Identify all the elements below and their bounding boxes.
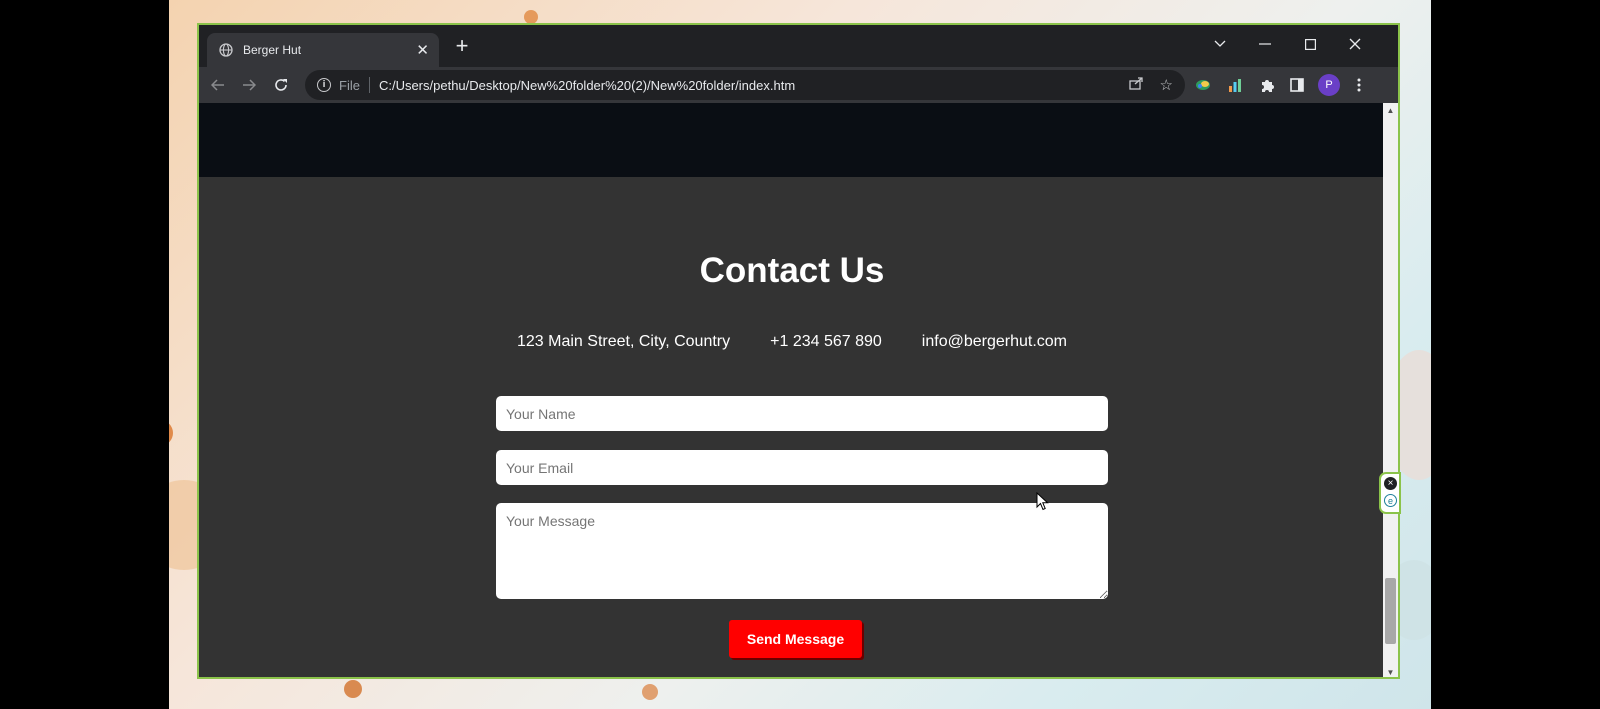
contact-phone: +1 234 567 890: [770, 333, 882, 350]
contact-email: info@bergerhut.com: [921, 333, 1067, 350]
star-icon[interactable]: ☆: [1160, 76, 1173, 94]
browser-tab[interactable]: Berger Hut ✕: [207, 33, 439, 67]
contact-info: 123 Main Street, City, Country +1 234 56…: [199, 333, 1385, 351]
widget-e-icon[interactable]: e: [1384, 494, 1397, 507]
mouse-cursor-icon: [1036, 492, 1049, 511]
browser-toolbar: i File C:/Users/pethu/Desktop/New%20fold…: [199, 67, 1398, 103]
address-bar[interactable]: i File C:/Users/pethu/Desktop/New%20fold…: [305, 70, 1185, 100]
message-textarea[interactable]: [496, 503, 1108, 599]
minimize-icon[interactable]: [1250, 31, 1280, 57]
tab-strip: Berger Hut ✕ +: [199, 25, 1398, 67]
header-band: [199, 103, 1385, 177]
plus-icon[interactable]: +: [449, 35, 475, 57]
forward-arrow-icon[interactable]: [237, 73, 261, 97]
close-icon[interactable]: ✕: [416, 41, 429, 59]
globe-icon: [219, 43, 233, 57]
send-message-button[interactable]: Send Message: [729, 620, 862, 658]
omnibox-divider: [368, 77, 370, 93]
reload-icon[interactable]: [269, 73, 293, 97]
wallpaper-bubble: [344, 680, 362, 698]
page-scrollbar[interactable]: ▲ ▼: [1383, 103, 1398, 677]
browser-window: Berger Hut ✕ + i File C:/Users/pethu/Des…: [197, 23, 1400, 679]
share-icon[interactable]: [1128, 76, 1144, 94]
more-vert-icon[interactable]: [1347, 73, 1371, 97]
url-text[interactable]: C:/Users/pethu/Desktop/New%20folder%20(2…: [379, 78, 1113, 93]
side-panel-icon[interactable]: [1285, 73, 1309, 97]
scroll-up-icon[interactable]: ▲: [1383, 103, 1398, 117]
chevron-down-icon[interactable]: [1205, 31, 1235, 57]
widget-close-icon[interactable]: ×: [1384, 477, 1397, 490]
wallpaper-bubble: [169, 420, 173, 446]
maximize-icon[interactable]: [1295, 31, 1325, 57]
name-input[interactable]: [496, 396, 1108, 431]
scroll-down-icon[interactable]: ▼: [1383, 665, 1398, 677]
email-input[interactable]: [496, 450, 1108, 485]
wallpaper-bubble: [524, 10, 538, 24]
floating-side-widget: × e: [1379, 472, 1401, 514]
tab-title: Berger Hut: [243, 43, 302, 57]
contact-address: 123 Main Street, City, Country: [517, 333, 731, 350]
back-arrow-icon[interactable]: [206, 73, 230, 97]
info-icon[interactable]: i: [317, 78, 331, 92]
url-scheme-label: File: [339, 77, 360, 93]
scrollbar-thumb[interactable]: [1385, 578, 1396, 644]
profile-avatar[interactable]: P: [1318, 74, 1340, 96]
wallpaper-bubble: [642, 684, 658, 700]
contact-title: Contact Us: [699, 251, 885, 290]
extension-colorful-icon[interactable]: [1191, 73, 1215, 97]
extension-chart-icon[interactable]: [1223, 73, 1247, 97]
page-viewport: Contact Us 123 Main Street, City, Countr…: [199, 103, 1385, 677]
window-close-icon[interactable]: [1340, 31, 1370, 57]
puzzle-icon[interactable]: [1255, 73, 1279, 97]
